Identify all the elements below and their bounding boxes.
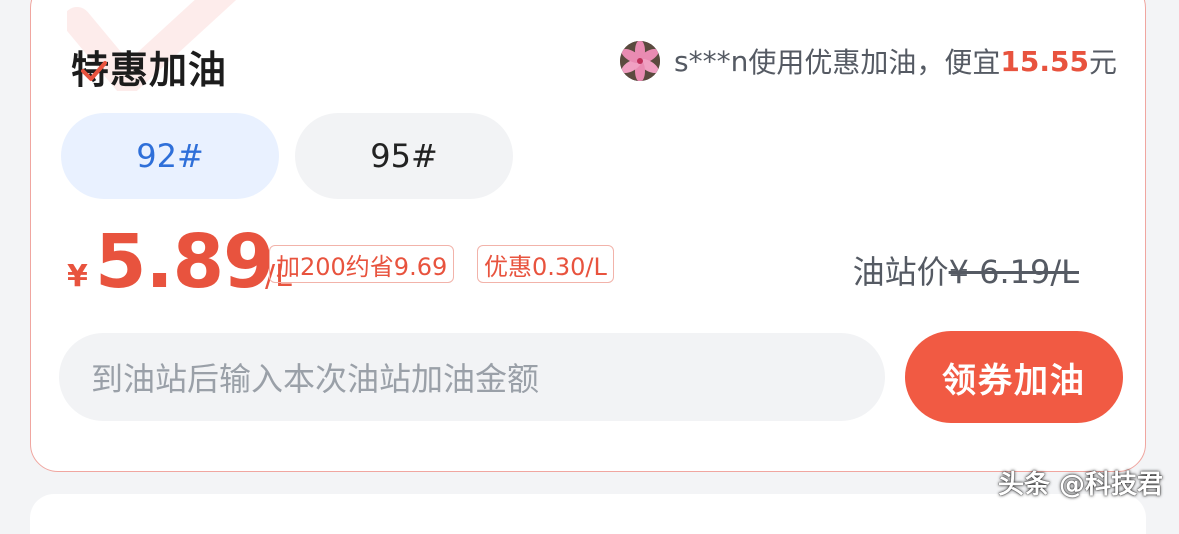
station-price-value: ¥ 6.19/L (948, 253, 1079, 291)
discount-badge: 优惠0.30/L (477, 245, 614, 283)
promo-text: 使用优惠加油，便宜 (748, 46, 1001, 79)
savings-badge: 加200约省9.69 (269, 245, 455, 283)
tab-95[interactable]: 95# (295, 113, 513, 199)
station-price: 油站价¥ 6.19/L (853, 247, 1079, 293)
get-coupon-button[interactable]: 领券加油 (905, 331, 1123, 423)
source-watermark: 头条 @科技君 (997, 470, 1163, 500)
next-card (30, 494, 1146, 534)
fuel-discount-card: 特惠加油 s***n 使用优惠加油，便宜 15.55 元 92# 95# ¥ 5… (30, 0, 1146, 472)
savings-promo: s***n 使用优惠加油，便宜 15.55 元 (620, 41, 1117, 81)
promo-unit: 元 (1088, 46, 1117, 79)
fuel-amount-input[interactable]: 到油站后输入本次油站加油金额 (59, 333, 885, 421)
price-currency: ¥ (67, 259, 88, 294)
checkmark-icon (81, 61, 107, 81)
promo-user: s***n (674, 44, 749, 78)
lily-flower-icon (620, 41, 661, 81)
avatar (620, 41, 661, 81)
promo-amount: 15.55 (1000, 44, 1089, 78)
price-value: 5.89 (95, 219, 275, 305)
tab-92[interactable]: 92# (61, 113, 279, 199)
station-price-label: 油站价 (852, 253, 949, 291)
